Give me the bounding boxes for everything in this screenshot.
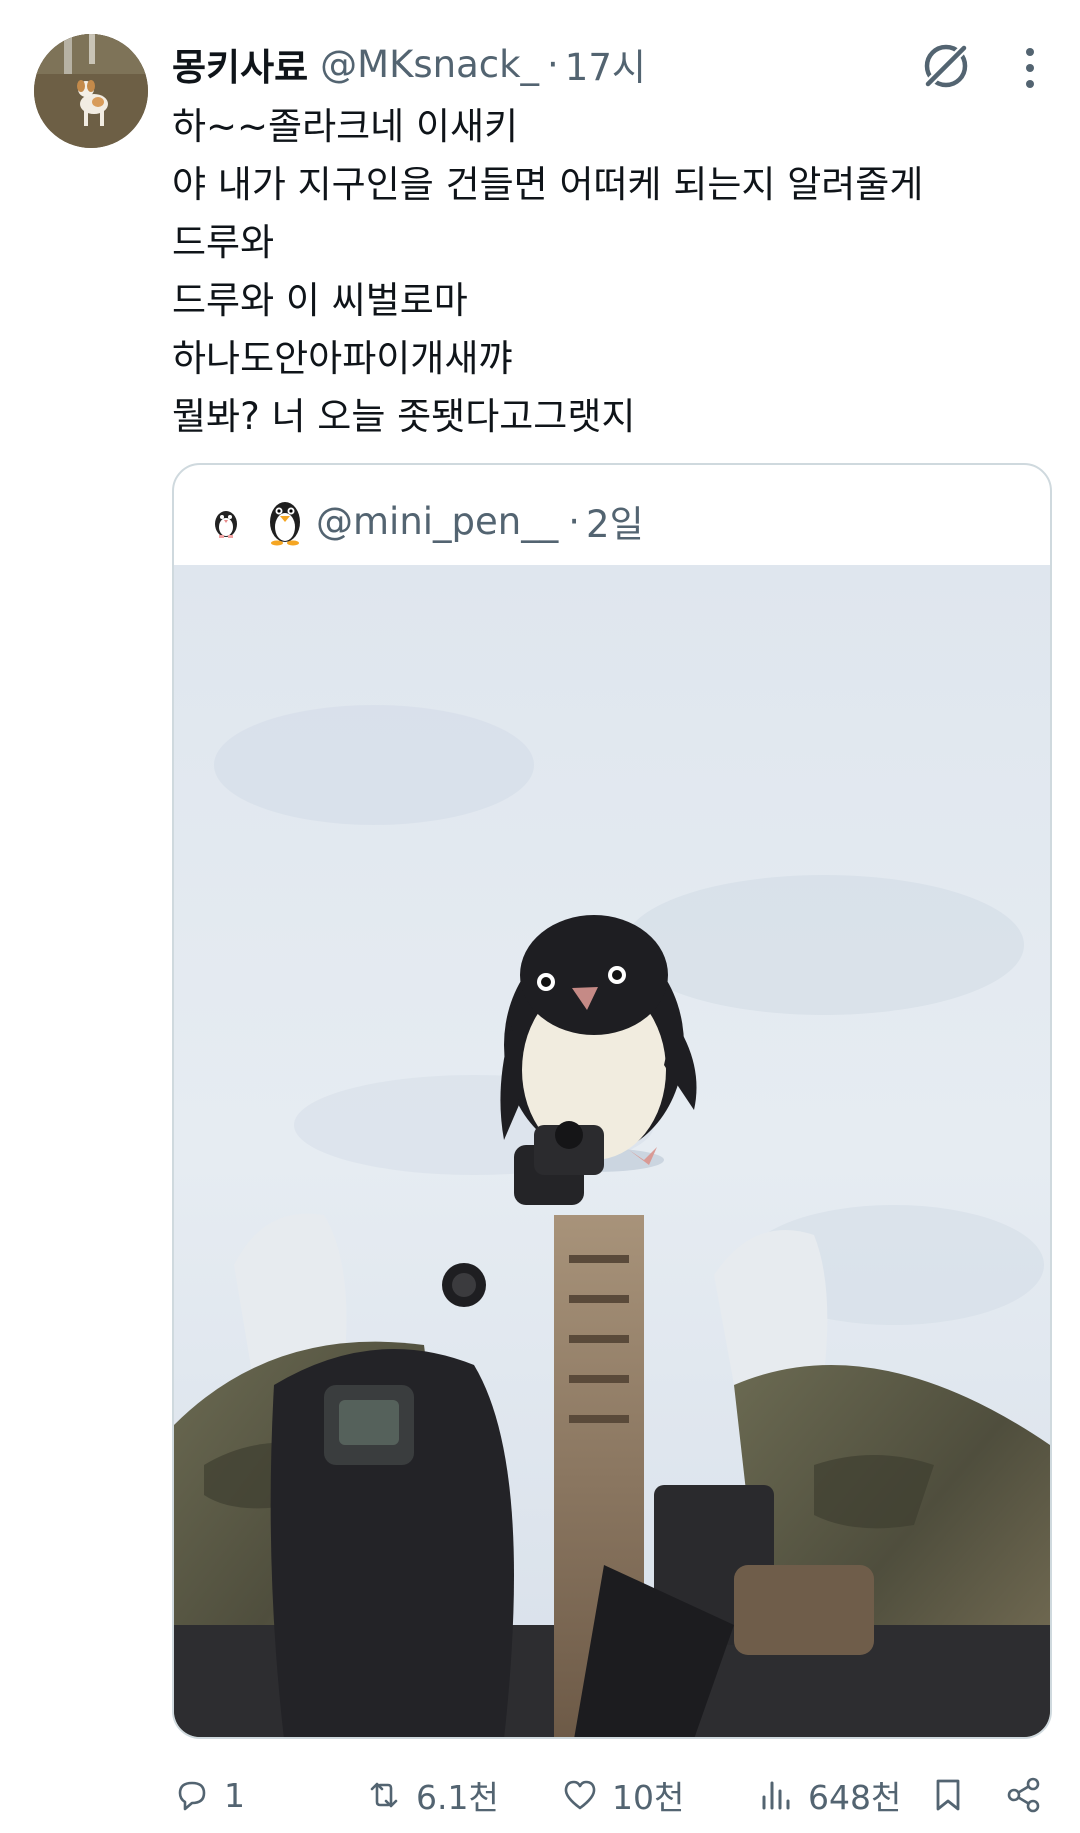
retweet-icon <box>370 1782 398 1808</box>
tweet-actions-bar: 1 6.1천 10천 648천 <box>0 1760 1080 1830</box>
penguin-snow-photo <box>174 565 1050 1737</box>
views-count: 648천 <box>808 1778 902 1817</box>
like-button[interactable]: 10천 <box>560 1760 684 1830</box>
share-button[interactable] <box>1004 1760 1044 1830</box>
tweet[interactable]: 몽키사료 @MKsnack_ · 17시 하~~졸라크네 이새키 야 내가 지구… <box>0 0 1080 1833</box>
tweet-text-line: 드루와 <box>172 221 275 264</box>
views-button[interactable]: 648천 <box>756 1760 901 1830</box>
author-handle[interactable]: @MKsnack_ <box>320 43 539 86</box>
like-count: 10천 <box>612 1778 685 1817</box>
tweet-timestamp[interactable]: 17시 <box>565 37 646 91</box>
bookmark-icon <box>936 1779 960 1811</box>
more-icon[interactable] <box>1012 44 1048 92</box>
quoted-tweet-timestamp[interactable]: 2일 <box>586 494 644 548</box>
bookmark-button[interactable] <box>928 1760 968 1830</box>
retweet-button[interactable]: 6.1천 <box>364 1760 499 1830</box>
separator-dot: · <box>568 499 581 543</box>
quoted-tweet-header: @mini_pen__ · 2일 <box>206 495 644 547</box>
retweet-count: 6.1천 <box>416 1778 499 1817</box>
reply-count: 1 <box>224 1775 245 1815</box>
dog-avatar-image <box>34 34 148 148</box>
reply-button[interactable]: 1 <box>172 1760 245 1830</box>
author-display-name[interactable]: 몽키사료 <box>172 37 308 91</box>
quoted-author-handle[interactable]: @mini_pen__ <box>316 500 558 543</box>
reply-icon <box>178 1781 206 1811</box>
quoted-author-avatar[interactable] <box>206 501 246 541</box>
tweet-text-line: 야 내가 지구인을 건들면 어떠케 되는지 알려줄게 <box>172 163 924 206</box>
views-icon <box>762 1781 790 1810</box>
tweet-text-line: 하~~졸라크네 이새키 <box>172 105 519 148</box>
grok-icon[interactable] <box>918 38 974 94</box>
tweet-header: 몽키사료 @MKsnack_ · 17시 <box>172 38 646 90</box>
tweet-text-line: 드루와 이 씨벌로마 <box>172 279 468 322</box>
tweet-text-line: 하나도안아파이개새꺄 <box>172 337 513 380</box>
penguin-emoji-icon <box>270 502 300 546</box>
quoted-tweet[interactable]: @mini_pen__ · 2일 <box>172 463 1052 1739</box>
share-icon <box>1007 1777 1040 1813</box>
like-icon <box>564 1780 596 1810</box>
tweet-text-line: 뭘봐? 너 오늘 좃됏다고그랫지 <box>172 395 636 438</box>
author-avatar[interactable] <box>34 34 148 148</box>
tweet-text: 하~~졸라크네 이새키 야 내가 지구인을 건들면 어떠케 되는지 알려줄게 드… <box>172 98 1052 446</box>
separator-dot: · <box>547 42 559 86</box>
quoted-tweet-media[interactable] <box>174 565 1050 1737</box>
